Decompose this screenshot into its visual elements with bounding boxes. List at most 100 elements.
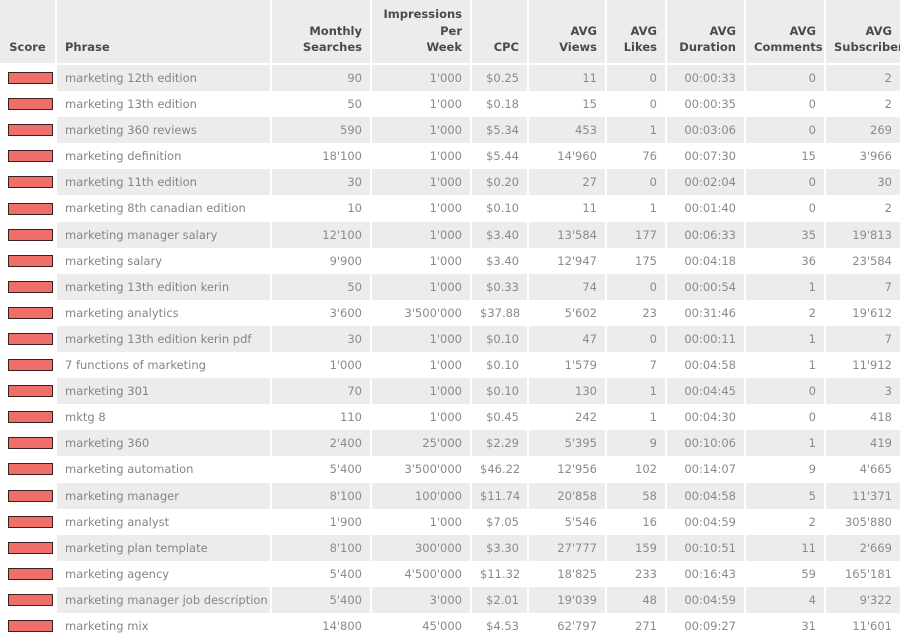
table-row[interactable]: marketing manager job description 5'400 3'… xyxy=(0,586,900,613)
score-bar-indicator-icon xyxy=(8,150,53,163)
table-row[interactable]: marketing definition 18'100 1'000 $5.44 14'9… xyxy=(0,143,900,170)
column-header-avg-likes[interactable]: AVG Likes xyxy=(607,0,667,66)
table-row[interactable]: marketing analytics 3'600 3'500'000 $37.88 5… xyxy=(0,299,900,326)
cell-avg-duration: 00:04:45 xyxy=(667,378,746,405)
cell-cpc: $3.40 xyxy=(472,221,529,248)
table-row[interactable]: marketing 360 reviews 590 1'000 $5.34 453 1 00… xyxy=(0,117,900,144)
cell-phrase[interactable]: marketing 13th edition kerin pdf xyxy=(57,325,272,353)
cell-phrase[interactable]: marketing manager job description xyxy=(57,586,272,613)
cell-score xyxy=(0,65,57,92)
cell-phrase[interactable]: marketing 11th edition xyxy=(57,169,272,196)
table-row[interactable]: marketing analyst 1'900 1'000 $7.05 5'546 16 0… xyxy=(0,508,900,535)
table-row[interactable]: marketing mix 14'800 45'000 $4.53 62'797 271 0… xyxy=(0,612,900,639)
cell-avg-views: 74 xyxy=(529,273,607,300)
cell-score xyxy=(0,560,57,587)
cell-cpc: $4.53 xyxy=(472,612,529,639)
cell-phrase[interactable]: marketing analytics xyxy=(57,299,272,326)
column-header-avg-duration[interactable]: AVG Duration xyxy=(667,0,746,66)
cell-score xyxy=(0,117,57,144)
table-row[interactable]: marketing plan template 8'100 300'000 $3.30… xyxy=(0,534,900,561)
column-header-phrase[interactable]: Phrase xyxy=(57,0,272,66)
cell-phrase[interactable]: marketing 13th edition xyxy=(57,91,272,118)
cell-avg-comments: 4 xyxy=(746,586,826,613)
cell-avg-subscribers: 2 xyxy=(826,65,900,92)
cell-phrase[interactable]: marketing 8th canadian edition xyxy=(57,195,272,222)
cell-cpc: $0.20 xyxy=(472,169,529,196)
score-bar-indicator-icon xyxy=(8,98,53,111)
cell-phrase[interactable]: marketing manager salary xyxy=(57,221,272,248)
column-header-score[interactable]: Score xyxy=(0,0,57,66)
cell-phrase[interactable]: marketing 360 xyxy=(57,430,272,457)
cell-avg-duration: 00:09:27 xyxy=(667,612,746,639)
cell-phrase[interactable]: 7 functions of marketing xyxy=(57,352,272,379)
table-row[interactable]: marketing salary 9'900 1'000 $3.40 12'947 175… xyxy=(0,247,900,274)
cell-avg-views: 27 xyxy=(529,169,607,196)
score-bar-indicator-icon xyxy=(8,411,53,424)
cell-phrase[interactable]: marketing 13th edition kerin xyxy=(57,273,272,300)
table-row[interactable]: marketing 360 2'400 25'000 $2.29 5'395 9 00:10… xyxy=(0,430,900,457)
cell-phrase[interactable]: marketing salary xyxy=(57,247,272,274)
cell-score xyxy=(0,299,57,326)
cell-avg-duration: 00:10:06 xyxy=(667,430,746,457)
cell-phrase[interactable]: marketing manager xyxy=(57,482,272,509)
cell-phrase[interactable]: marketing mix xyxy=(57,612,272,639)
cell-avg-subscribers: 19'813 xyxy=(826,221,900,248)
cell-phrase[interactable]: marketing automation xyxy=(57,456,272,483)
cell-avg-subscribers: 3 xyxy=(826,378,900,405)
column-header-impressions-per-week[interactable]: Impressions Per Week xyxy=(372,0,472,66)
cell-monthly-searches: 14'800 xyxy=(272,612,372,639)
table-row[interactable]: marketing 13th edition 50 1'000 $0.18 15 0 00:… xyxy=(0,91,900,118)
column-header-avg-views-label: AVG Views xyxy=(559,23,597,55)
cell-monthly-searches: 1'000 xyxy=(272,352,372,379)
cell-monthly-searches: 10 xyxy=(272,195,372,222)
cell-impressions-per-week: 45'000 xyxy=(372,612,472,639)
cell-phrase[interactable]: marketing 12th edition xyxy=(57,65,272,92)
cell-phrase[interactable]: marketing 301 xyxy=(57,378,272,405)
cell-cpc: $5.34 xyxy=(472,117,529,144)
cell-avg-duration: 00:14:07 xyxy=(667,456,746,483)
column-header-impressions-line2: Week xyxy=(426,40,462,55)
cell-avg-likes: 23 xyxy=(607,299,667,326)
column-header-avg-comments[interactable]: AVG Comments xyxy=(746,0,826,66)
cell-avg-subscribers: 11'371 xyxy=(826,482,900,509)
score-bar-indicator-icon xyxy=(8,228,53,241)
cell-phrase[interactable]: marketing analyst xyxy=(57,508,272,535)
table-row[interactable]: marketing 13th edition kerin pdf 30 1'000 $… xyxy=(0,325,900,353)
score-bar-indicator-icon xyxy=(8,541,53,554)
table-row[interactable]: marketing 11th edition 30 1'000 $0.20 27 0 00:… xyxy=(0,169,900,196)
cell-avg-likes: 0 xyxy=(607,325,667,353)
cell-avg-likes: 271 xyxy=(607,612,667,639)
cell-phrase[interactable]: marketing plan template xyxy=(57,534,272,561)
table-row[interactable]: marketing 8th canadian edition 10 1'000 $0.… xyxy=(0,195,900,222)
cell-avg-likes: 159 xyxy=(607,534,667,561)
cell-avg-likes: 7 xyxy=(607,352,667,379)
column-header-monthly-searches[interactable]: Monthly Searches xyxy=(272,0,372,66)
cell-impressions-per-week: 3'500'000 xyxy=(372,456,472,483)
cell-phrase[interactable]: mktg 8 xyxy=(57,404,272,431)
table-row[interactable]: marketing automation 5'400 3'500'000 $46.22… xyxy=(0,456,900,483)
column-header-avg-comments-line2: Comments xyxy=(754,40,823,55)
table-row[interactable]: marketing 12th edition 90 1'000 $0.25 11 0 00:… xyxy=(0,65,900,92)
cell-phrase[interactable]: marketing definition xyxy=(57,143,272,170)
cell-cpc: $0.45 xyxy=(472,404,529,431)
cell-avg-duration: 00:04:58 xyxy=(667,482,746,509)
table-row[interactable]: marketing agency 5'400 4'500'000 $11.32 18'8… xyxy=(0,560,900,587)
column-header-avg-views[interactable]: AVG Views xyxy=(529,0,607,66)
table-row[interactable]: 7 functions of marketing 1'000 1'000 $0.10 1… xyxy=(0,352,900,379)
table-row[interactable]: marketing 13th edition kerin 50 1'000 $0.33… xyxy=(0,273,900,300)
cell-monthly-searches: 90 xyxy=(272,65,372,92)
table-row[interactable]: mktg 8 110 1'000 $0.45 242 1 00:04:30 0 418 xyxy=(0,404,900,431)
table-row[interactable]: marketing manager 8'100 100'000 $11.74 20'85… xyxy=(0,482,900,509)
cell-impressions-per-week: 100'000 xyxy=(372,482,472,509)
table-row[interactable]: marketing manager salary 12'100 1'000 $3.40… xyxy=(0,221,900,248)
column-header-avg-duration-line1: AVG xyxy=(709,23,736,38)
column-header-cpc[interactable]: CPC xyxy=(472,0,529,66)
cell-score xyxy=(0,534,57,561)
table-row[interactable]: marketing 301 70 1'000 $0.10 130 1 00:04:45 0 3 xyxy=(0,378,900,405)
cell-phrase[interactable]: marketing 360 reviews xyxy=(57,117,272,144)
column-header-avg-subscribers[interactable]: AVG Subscribers xyxy=(826,0,900,66)
cell-avg-comments: 1 xyxy=(746,325,826,353)
cell-phrase[interactable]: marketing agency xyxy=(57,560,272,587)
cell-avg-duration: 00:00:35 xyxy=(667,91,746,118)
cell-avg-subscribers: 19'612 xyxy=(826,299,900,326)
